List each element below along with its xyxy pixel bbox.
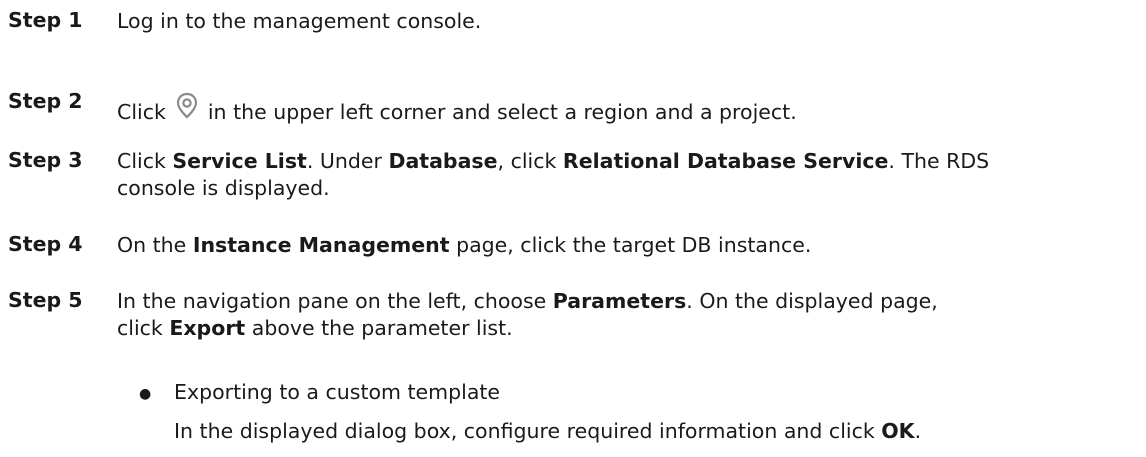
step-5-line-2: click Export above the parameter list. (117, 316, 513, 340)
export-term: Export (169, 316, 246, 340)
step-2-text: Click in the upper left corner and select… (117, 89, 1146, 126)
instance-management-term: Instance Management (192, 233, 450, 257)
step-4-text: On the Instance Management page, click t… (117, 233, 812, 257)
step-3-line-1: Click Service List. Under Database, clic… (117, 149, 990, 173)
step-5-line-1: In the navigation pane on the left, choo… (117, 289, 938, 313)
service-list-term: Service List (172, 149, 307, 173)
step-1-text: Log in to the management console. (117, 9, 482, 33)
step-1-label: Step 1 (8, 8, 83, 32)
step-3-line-2: console is displayed. (117, 176, 330, 200)
step-4-label: Step 4 (8, 232, 83, 256)
ok-term: OK (881, 419, 915, 443)
bullet-title: Exporting to a custom template (174, 380, 501, 404)
step-5-text: In the navigation pane on the left, choo… (117, 288, 1146, 342)
step-5-label: Step 5 (8, 288, 83, 312)
database-term: Database (388, 149, 498, 173)
location-pin-icon (170, 89, 204, 123)
bullet-paragraph: In the displayed dialog box, configure r… (174, 419, 922, 443)
bullet-dot: ● (139, 386, 152, 402)
rds-term: Relational Database Service (562, 149, 889, 173)
step-3-label: Step 3 (8, 148, 83, 172)
step-3-text: Click Service List. Under Database, clic… (117, 148, 1146, 202)
step-2-label: Step 2 (8, 89, 83, 113)
parameters-term: Parameters (552, 289, 687, 313)
